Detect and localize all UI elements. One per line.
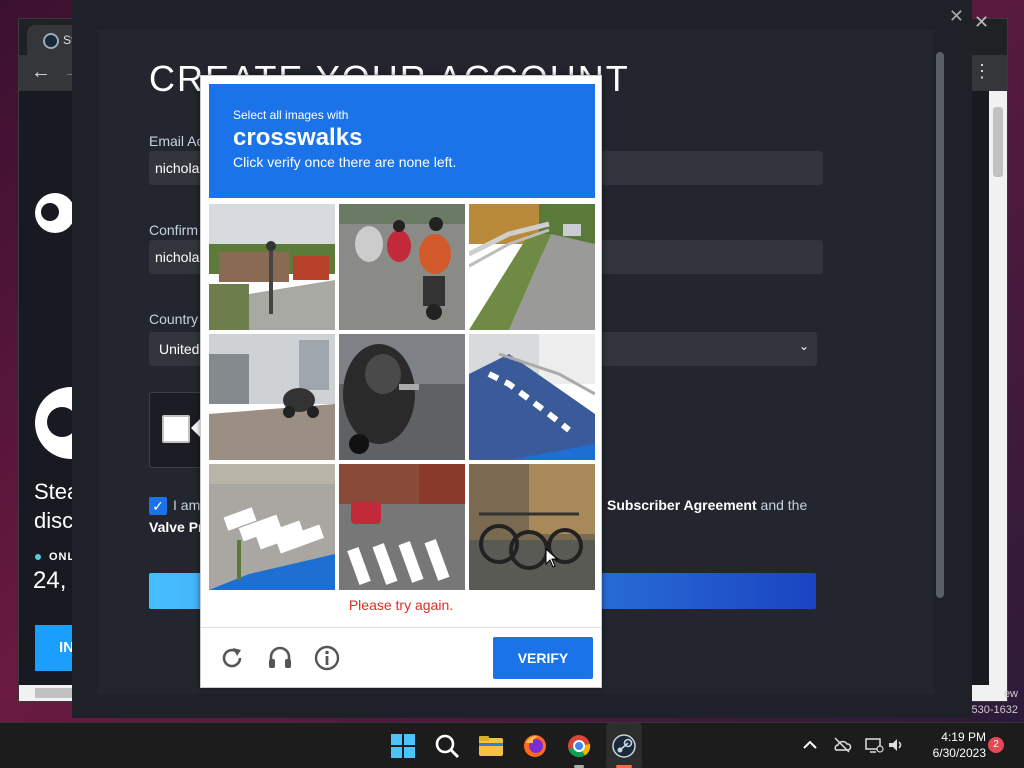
image-tile-6[interactable] (469, 334, 595, 460)
email-label: Email Ac (149, 133, 204, 149)
agree-checkbox[interactable]: ✓ (149, 497, 167, 515)
image-tile-3[interactable] (469, 204, 595, 330)
firefox-icon[interactable] (520, 731, 550, 761)
online-label: ONL (35, 551, 75, 563)
image-tile-9[interactable] (469, 464, 595, 590)
chrome-icon[interactable] (564, 731, 594, 761)
right-edge-text: ew 530-1632 (971, 688, 1019, 716)
recaptcha-challenge: Select all images with crosswalks Click … (200, 75, 602, 688)
image-tile-4[interactable] (209, 334, 335, 460)
verify-button[interactable]: VERIFY (493, 637, 593, 679)
ssa-link[interactable]: Subscriber Agreement (607, 497, 757, 513)
image-tile-5[interactable] (339, 334, 465, 460)
steam-logo-icon (35, 193, 75, 233)
chevron-down-icon: ⌄ (798, 339, 809, 353)
recaptcha-checkbox[interactable] (162, 415, 190, 443)
steam-icon[interactable] (609, 731, 639, 761)
back-arrow-icon[interactable]: ← (31, 61, 51, 84)
challenge-target: crosswalks (233, 124, 363, 151)
challenge-subtitle: Click verify once there are none left. (233, 154, 457, 170)
search-icon[interactable] (432, 731, 462, 761)
country-label: Country (149, 311, 199, 327)
image-tile-1[interactable] (209, 204, 335, 330)
reload-icon[interactable] (218, 644, 246, 672)
footer-divider (201, 627, 601, 628)
network-icon[interactable] (864, 735, 884, 755)
dialog-scrollbar[interactable] (936, 52, 944, 598)
online-dot-icon (35, 554, 41, 560)
privacy-link[interactable]: Valve Pr (149, 516, 204, 538)
mouse-cursor-icon (545, 548, 559, 568)
confirm-email-label: Confirm (149, 222, 199, 238)
steam-favicon-icon (43, 33, 59, 49)
close-icon[interactable]: ✕ (949, 6, 964, 27)
clock-date: 6/30/2023 (932, 746, 986, 760)
system-clock[interactable]: 4:19 PM 6/30/2023 (912, 729, 986, 761)
image-tile-2[interactable] (339, 204, 465, 330)
image-tile-8[interactable] (339, 464, 465, 590)
error-message: Please try again. (348, 597, 454, 613)
image-tile-7[interactable] (209, 464, 335, 590)
challenge-instruction: Select all images with (233, 108, 349, 122)
kebab-menu-icon[interactable]: ⋮ (973, 61, 991, 82)
vertical-scrollbar[interactable] (989, 91, 1007, 687)
notification-badge[interactable]: 2 (988, 737, 1004, 753)
challenge-header: Select all images with crosswalks Click … (209, 84, 595, 198)
file-explorer-icon[interactable] (476, 731, 506, 761)
audio-icon[interactable] (266, 644, 294, 672)
volume-icon[interactable] (886, 735, 906, 755)
scrollbar-thumb[interactable] (993, 107, 1003, 177)
windows-start-icon[interactable] (388, 731, 418, 761)
image-grid (209, 204, 595, 590)
info-icon[interactable] (313, 644, 341, 672)
background-close-icon[interactable]: ✕ (974, 12, 989, 33)
onedrive-offline-icon[interactable] (832, 735, 852, 755)
hscrollbar-thumb[interactable] (35, 688, 73, 698)
clock-time: 4:19 PM (941, 730, 986, 744)
chevron-up-icon[interactable] (800, 735, 820, 755)
taskbar: 4:19 PM 6/30/2023 2 (0, 722, 1024, 768)
online-count: 24, (33, 567, 67, 594)
